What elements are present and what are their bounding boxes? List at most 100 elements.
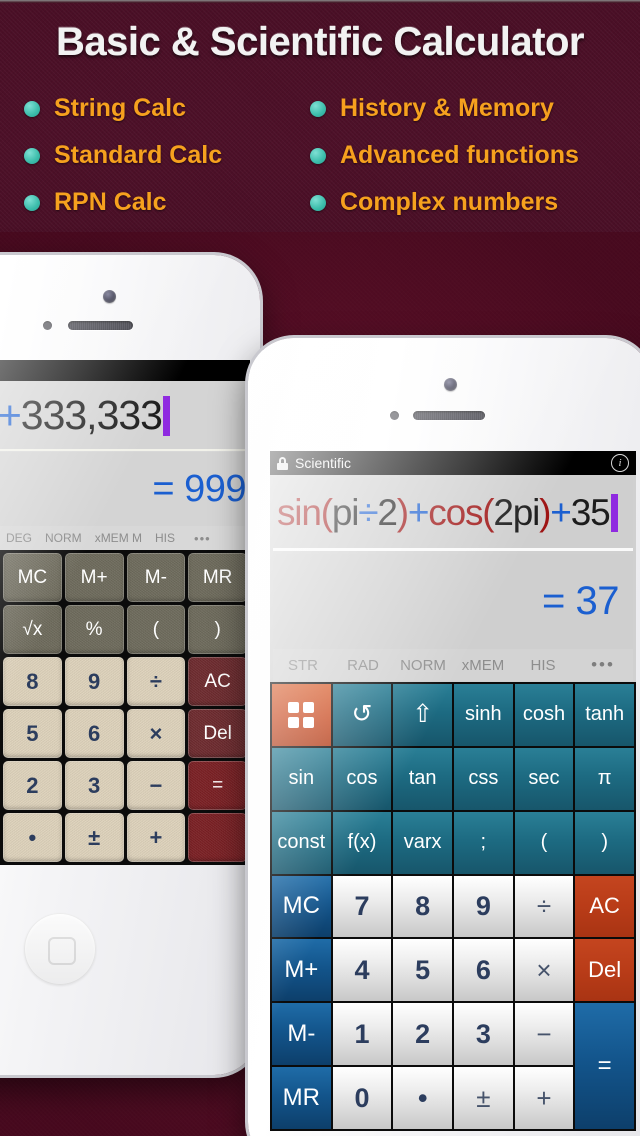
- front-mode-str[interactable]: STR: [273, 657, 333, 674]
- front-key-Del[interactable]: Del: [575, 939, 634, 1002]
- front-key-sym[interactable]: ×: [514, 939, 574, 1002]
- front-key-3[interactable]: 3: [454, 1003, 513, 1066]
- info-icon[interactable]: i: [611, 454, 629, 472]
- front-key-7[interactable]: 7: [332, 875, 392, 938]
- expr-token: ): [539, 492, 551, 533]
- front-key-varx[interactable]: varx: [393, 811, 452, 874]
- back-key-+[interactable]: +: [126, 813, 186, 862]
- expr-token: sin: [277, 492, 322, 533]
- front-more-icon[interactable]: •••: [573, 655, 633, 675]
- front-key-8[interactable]: 8: [393, 875, 452, 938]
- feature-label: String Calc: [54, 94, 186, 122]
- back-key-sym[interactable]: −: [126, 761, 186, 810]
- page-title: Basic & Scientific Calculator: [0, 20, 640, 65]
- front-key-sym[interactable]: (: [514, 811, 574, 874]
- front-mode-norm[interactable]: NORM: [393, 657, 453, 674]
- front-key-9[interactable]: 9: [454, 875, 513, 938]
- back-key-AC[interactable]: AC: [188, 657, 247, 706]
- front-key-4[interactable]: 4: [332, 939, 392, 1002]
- camera-icon: [103, 290, 116, 303]
- back-key-sym[interactable]: ): [188, 605, 247, 654]
- front-key-6[interactable]: 6: [454, 939, 513, 1002]
- front-key-menu[interactable]: [272, 684, 331, 746]
- front-key-cycle[interactable]: ↺: [332, 684, 392, 746]
- front-key-tan[interactable]: tan: [393, 747, 452, 810]
- front-key-const[interactable]: const: [272, 811, 331, 874]
- back-key-sym[interactable]: (: [126, 605, 186, 654]
- front-mode-bar[interactable]: STR RAD NORM xMEM HIS •••: [273, 649, 633, 681]
- back-expression-display[interactable]: ,666+333,333: [0, 381, 250, 451]
- back-key-5[interactable]: 5: [3, 709, 62, 758]
- front-key-tanh[interactable]: tanh: [575, 684, 634, 746]
- front-key-sym[interactable]: −: [514, 1003, 574, 1066]
- back-key-M+[interactable]: M+: [64, 553, 124, 602]
- front-key-+[interactable]: +: [514, 1067, 574, 1129]
- front-key-sin[interactable]: sin: [272, 747, 331, 810]
- bullet-icon: [24, 147, 40, 164]
- front-key-MR[interactable]: MR: [272, 1067, 331, 1129]
- back-key-MR[interactable]: MR: [188, 553, 247, 602]
- bullet-icon: [310, 147, 326, 164]
- expr-token: 2pi: [493, 492, 540, 533]
- front-key-sym[interactable]: =: [575, 1003, 634, 1129]
- back-expression: ,666+333,333: [0, 392, 170, 439]
- back-key-8[interactable]: 8: [3, 657, 62, 706]
- feature-column-left: String Calc Standard Calc RPN Calc: [24, 85, 310, 226]
- back-key-MC[interactable]: MC: [3, 553, 62, 602]
- front-key-sym[interactable]: ;: [454, 811, 513, 874]
- front-expression-display[interactable]: sin(pi÷2)+cos(2pi)+35: [273, 478, 633, 551]
- back-mode-norm[interactable]: NORM: [45, 531, 82, 545]
- front-key-2[interactable]: 2: [393, 1003, 452, 1066]
- front-key-cos[interactable]: cos: [332, 747, 392, 810]
- back-key-9[interactable]: 9: [64, 657, 124, 706]
- front-mode-rad[interactable]: RAD: [333, 657, 393, 674]
- front-key-0[interactable]: 0: [332, 1067, 392, 1129]
- back-mode-deg[interactable]: DEG: [6, 531, 32, 545]
- front-key-sym[interactable]: ±: [454, 1067, 513, 1129]
- camera-icon: [444, 378, 457, 391]
- back-mode-xmem[interactable]: xMEM M: [95, 531, 142, 545]
- front-key-AC[interactable]: AC: [575, 875, 634, 938]
- back-key-sym[interactable]: =: [188, 761, 247, 810]
- front-mode-his[interactable]: HIS: [513, 657, 573, 674]
- front-key-fx[interactable]: f(x): [332, 811, 392, 874]
- list-item: Advanced functions: [310, 132, 624, 179]
- front-key-css[interactable]: css: [454, 747, 513, 810]
- back-key-3[interactable]: 3: [64, 761, 124, 810]
- front-key-MC[interactable]: MC: [272, 875, 331, 938]
- front-key-1[interactable]: 1: [332, 1003, 392, 1066]
- back-key-M-[interactable]: M-: [126, 553, 186, 602]
- feature-label: RPN Calc: [54, 188, 167, 216]
- home-button[interactable]: [24, 913, 96, 985]
- front-key-sym[interactable]: ): [575, 811, 634, 874]
- front-key-M+[interactable]: M+: [272, 939, 331, 1002]
- back-key-sym[interactable]: %: [64, 605, 124, 654]
- back-key-sym[interactable]: ±: [64, 813, 124, 862]
- back-key-6[interactable]: 6: [64, 709, 124, 758]
- front-keypad[interactable]: ↺ ⇧ sinh cosh tanh sin cos tan css sec π const f(x) v…: [270, 682, 636, 1131]
- back-key-sym[interactable]: ÷: [126, 657, 186, 706]
- front-key-sym[interactable]: •: [393, 1067, 452, 1129]
- bullet-icon: [310, 194, 326, 211]
- front-key-M-[interactable]: M-: [272, 1003, 331, 1066]
- back-key-sym[interactable]: •: [3, 813, 62, 862]
- front-key-shift[interactable]: ⇧: [393, 684, 452, 746]
- front-mode-xmem[interactable]: xMEM: [453, 657, 513, 674]
- back-key-blank[interactable]: [188, 813, 247, 862]
- back-key-sym[interactable]: ×: [126, 709, 186, 758]
- back-keypad[interactable]: MC M+ M- MR √x%() 8 9 ÷ AC 5 6 × Del 2 3− = • ± +: [0, 550, 250, 865]
- expr-token: cos: [428, 492, 483, 533]
- front-key-sec[interactable]: sec: [514, 747, 574, 810]
- front-key-sym[interactable]: π: [575, 747, 634, 810]
- front-key-5[interactable]: 5: [393, 939, 452, 1002]
- back-key-Del[interactable]: Del: [188, 709, 247, 758]
- back-more-icon[interactable]: •••: [194, 531, 211, 546]
- back-mode-bar[interactable]: DEG NORM xMEM M HIS •••: [0, 526, 250, 550]
- back-mode-his[interactable]: HIS: [155, 531, 175, 545]
- front-key-cosh[interactable]: cosh: [514, 684, 574, 746]
- front-key-sym[interactable]: ÷: [514, 875, 574, 938]
- expr-token: ÷: [358, 492, 378, 533]
- back-key-2[interactable]: 2: [3, 761, 62, 810]
- back-key-x[interactable]: √x: [3, 605, 62, 654]
- front-key-sinh[interactable]: sinh: [454, 684, 513, 746]
